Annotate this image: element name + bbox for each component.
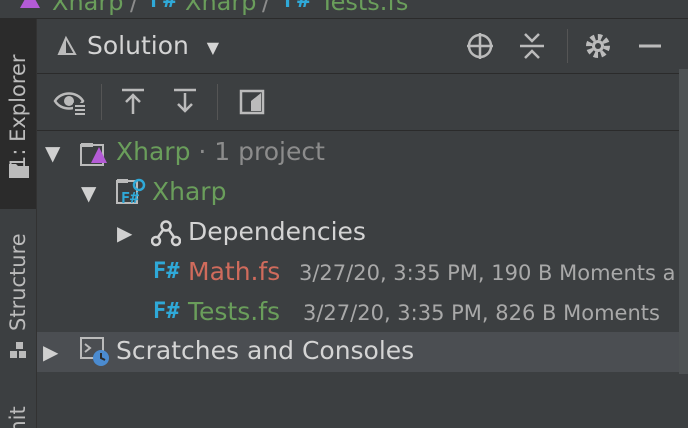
file-meta: 3/27/20, 3:35 PM, 826 B Moments xyxy=(303,301,660,325)
tree-row-scratches[interactable]: ▶ Scratches and Consoles xyxy=(37,332,688,372)
tool-window-strip: 1: Explorer Structure Unit xyxy=(0,19,37,428)
tree-row-solution[interactable]: ▼ Xharp · 1 project xyxy=(37,133,688,173)
tab-unit[interactable]: Unit xyxy=(0,389,36,428)
collapse-all-icon[interactable] xyxy=(517,31,547,61)
chevron-down-icon[interactable]: ▼ xyxy=(81,181,96,205)
preview-icon[interactable] xyxy=(239,89,265,115)
view-selector[interactable]: Solution ▼ xyxy=(87,31,219,60)
file-meta: 3/27/20, 3:35 PM, 190 B Moments a xyxy=(299,261,676,285)
breadcrumb-item-file[interactable]: Tests.fs xyxy=(320,0,408,16)
explorer-toolbar xyxy=(37,74,688,131)
chevron-right-icon[interactable]: ▶ xyxy=(43,340,58,364)
solution-icon xyxy=(80,143,107,166)
solution-name: Xharp xyxy=(116,137,191,166)
tree-row-dependencies[interactable]: ▶ Dependencies xyxy=(37,213,688,253)
breadcrumb-separator: / xyxy=(262,0,271,16)
fsharp-project-icon: F# xyxy=(115,177,147,209)
folder-icon xyxy=(9,164,29,178)
sync-down-icon[interactable] xyxy=(171,87,199,117)
breadcrumb-separator: / xyxy=(130,0,139,16)
fsharp-file-icon: F# xyxy=(153,259,180,284)
tree-row-project[interactable]: ▼ F# Xharp xyxy=(37,173,688,213)
tree-row-file[interactable]: F# Tests.fs 3/27/20, 3:35 PM, 826 B Mome… xyxy=(37,293,688,333)
tab-explorer[interactable]: 1: Explorer xyxy=(0,19,36,209)
structure-icon xyxy=(10,342,26,358)
chevron-right-icon[interactable]: ▶ xyxy=(117,221,132,245)
tree-row-file[interactable]: F# Math.fs 3/27/20, 3:35 PM, 190 B Momen… xyxy=(37,253,688,293)
solution-icon xyxy=(20,0,40,8)
panel-header: Solution ▼ xyxy=(37,19,688,74)
view-title: Solution xyxy=(87,31,189,60)
dependencies-label: Dependencies xyxy=(188,217,366,246)
tab-structure-label: Structure xyxy=(6,233,30,331)
sync-up-icon[interactable] xyxy=(119,87,147,117)
chevron-down-icon: ▼ xyxy=(206,37,220,57)
fsharp-icon: F# xyxy=(284,0,311,13)
scratches-label: Scratches and Consoles xyxy=(116,336,415,365)
tab-explorer-label: 1: Explorer xyxy=(6,54,30,169)
project-name: Xharp xyxy=(152,177,227,206)
solution-view-icon xyxy=(57,35,77,55)
show-hidden-icon[interactable] xyxy=(53,87,87,117)
fsharp-icon: F# xyxy=(150,0,177,13)
scratches-icon xyxy=(80,337,109,366)
minimize-icon[interactable] xyxy=(637,31,663,61)
breadcrumb-item-solution[interactable]: Xharp xyxy=(52,0,123,16)
file-name: Math.fs xyxy=(188,257,281,286)
gear-icon[interactable] xyxy=(583,31,613,61)
file-name: Tests.fs xyxy=(188,297,281,326)
locate-icon[interactable] xyxy=(465,31,495,61)
tab-structure[interactable]: Structure xyxy=(0,219,36,369)
dependencies-icon xyxy=(151,220,181,247)
solution-tree: ▼ Xharp · 1 project ▼ F# Xharp ▶ Depende… xyxy=(37,131,688,428)
breadcrumb-item-project[interactable]: Xharp xyxy=(185,0,256,16)
chevron-down-icon[interactable]: ▼ xyxy=(45,141,60,165)
fsharp-file-icon: F# xyxy=(153,299,180,324)
solution-project-count: · 1 project xyxy=(190,137,325,166)
tab-unit-label: Unit xyxy=(6,406,30,428)
scrollbar[interactable] xyxy=(679,69,688,374)
breadcrumb: Xharp / F# Xharp / F# Tests.fs xyxy=(0,0,688,19)
